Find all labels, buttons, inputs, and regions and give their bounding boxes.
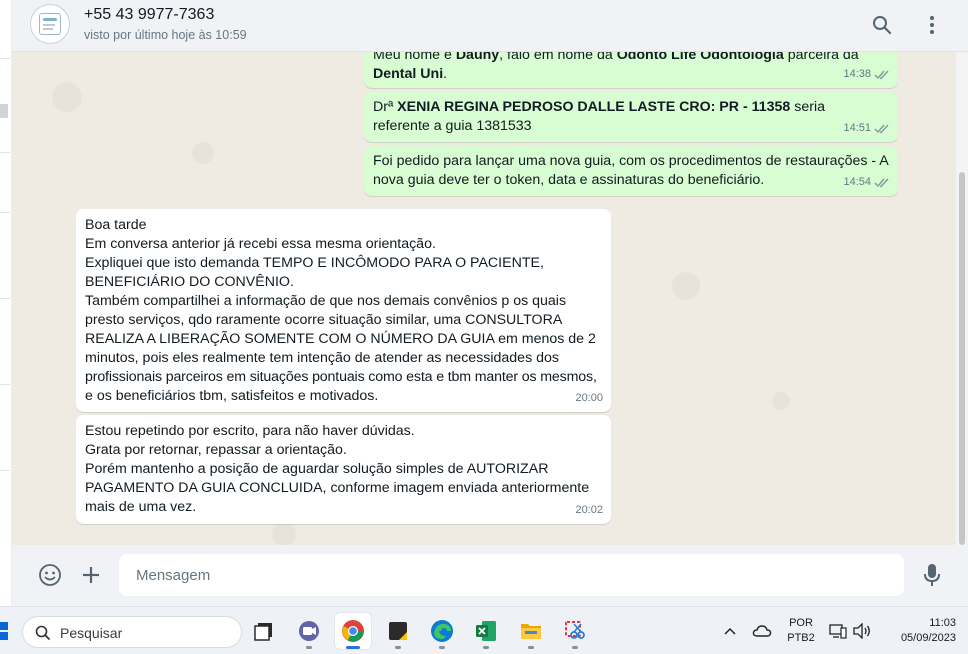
message-text: Meu nome é Dauny, falo em nome da Odonto… [373, 52, 859, 82]
read-ticks-icon [874, 124, 889, 134]
taskbar-search[interactable]: Pesquisar [22, 616, 242, 648]
search-icon [35, 625, 51, 641]
message-text: Foi pedido para lançar uma nova guia, co… [373, 153, 888, 188]
outgoing-message[interactable]: Drª XENIA REGINA PEDROSO DALLE LASTE CRO… [364, 92, 898, 142]
message-time: 14:54 [843, 176, 871, 188]
read-ticks-icon [874, 70, 889, 80]
incoming-message[interactable]: Boa tarde Em conversa anterior já recebi… [76, 209, 611, 412]
kebab-menu-icon[interactable] [919, 12, 945, 38]
language-code: POR [789, 617, 813, 629]
last-seen-status: visto por último hoje às 10:59 [84, 28, 247, 42]
message-time: 14:38 [843, 68, 871, 80]
incoming-message[interactable]: Estou repetindo por escrito, para não ha… [76, 415, 611, 524]
emoji-icon[interactable] [36, 561, 64, 589]
windows-start-icon[interactable] [0, 621, 10, 641]
search-icon[interactable] [869, 12, 895, 38]
system-clock[interactable]: 11:03 05/09/2023 [880, 616, 956, 646]
message-meta: 20:00 [575, 389, 603, 408]
chrome-icon[interactable] [335, 613, 371, 649]
video-call-app-icon[interactable] [291, 613, 327, 649]
sticky-app-icon[interactable] [380, 613, 416, 649]
taskbar-search-label: Pesquisar [60, 625, 123, 641]
outgoing-message[interactable]: Foi pedido para lançar uma nova guia, co… [364, 146, 898, 196]
read-ticks-icon [874, 178, 889, 188]
keyboard-layout: PTB2 [787, 632, 815, 644]
message-text: Boa tarde Em conversa anterior já recebi… [85, 217, 597, 404]
message-text: Drª XENIA REGINA PEDROSO DALLE LASTE CRO… [373, 99, 825, 134]
task-view-icon[interactable] [246, 613, 282, 649]
left-pane-edge [0, 0, 12, 606]
clock-date: 05/09/2023 [900, 632, 956, 644]
contact-avatar[interactable] [30, 4, 70, 44]
microphone-icon[interactable] [918, 561, 946, 589]
message-time: 20:00 [575, 392, 603, 404]
edge-icon[interactable] [424, 613, 460, 649]
message-meta: 14:54 [843, 173, 890, 192]
windows-taskbar: Pesquisar POR PTB2 11:03 05/09/2023 [0, 606, 968, 654]
speaker-icon[interactable] [851, 620, 873, 642]
message-time: 14:51 [843, 122, 871, 134]
input-language[interactable]: POR PTB2 [786, 616, 816, 646]
snipping-tool-icon[interactable] [557, 613, 593, 649]
message-list[interactable]: Meu nome é Dauny, falo em nome da Odonto… [12, 52, 956, 545]
chat-header[interactable]: +55 43 9977-7363 visto por último hoje à… [12, 0, 968, 52]
clock-time: 11:03 [929, 617, 956, 629]
message-input[interactable] [119, 554, 904, 596]
cloud-icon[interactable] [751, 620, 773, 642]
message-meta: 20:02 [575, 501, 603, 520]
message-meta: 14:51 [843, 119, 890, 138]
contact-name[interactable]: +55 43 9977-7363 [84, 6, 214, 24]
message-meta: 14:38 [843, 65, 890, 84]
plus-icon[interactable] [77, 561, 105, 589]
file-explorer-icon[interactable] [513, 613, 549, 649]
scrollbar-thumb[interactable] [959, 172, 965, 545]
excel-icon[interactable] [468, 613, 504, 649]
message-time: 20:02 [575, 504, 603, 516]
message-composer [12, 545, 968, 606]
message-text: Estou repetindo por escrito, para não ha… [85, 423, 590, 515]
chevron-up-icon[interactable] [719, 620, 741, 642]
chat-scrollbar[interactable] [956, 52, 968, 545]
outgoing-message[interactable]: Meu nome é Dauny, falo em nome da Odonto… [364, 52, 898, 88]
network-icon[interactable] [827, 620, 849, 642]
